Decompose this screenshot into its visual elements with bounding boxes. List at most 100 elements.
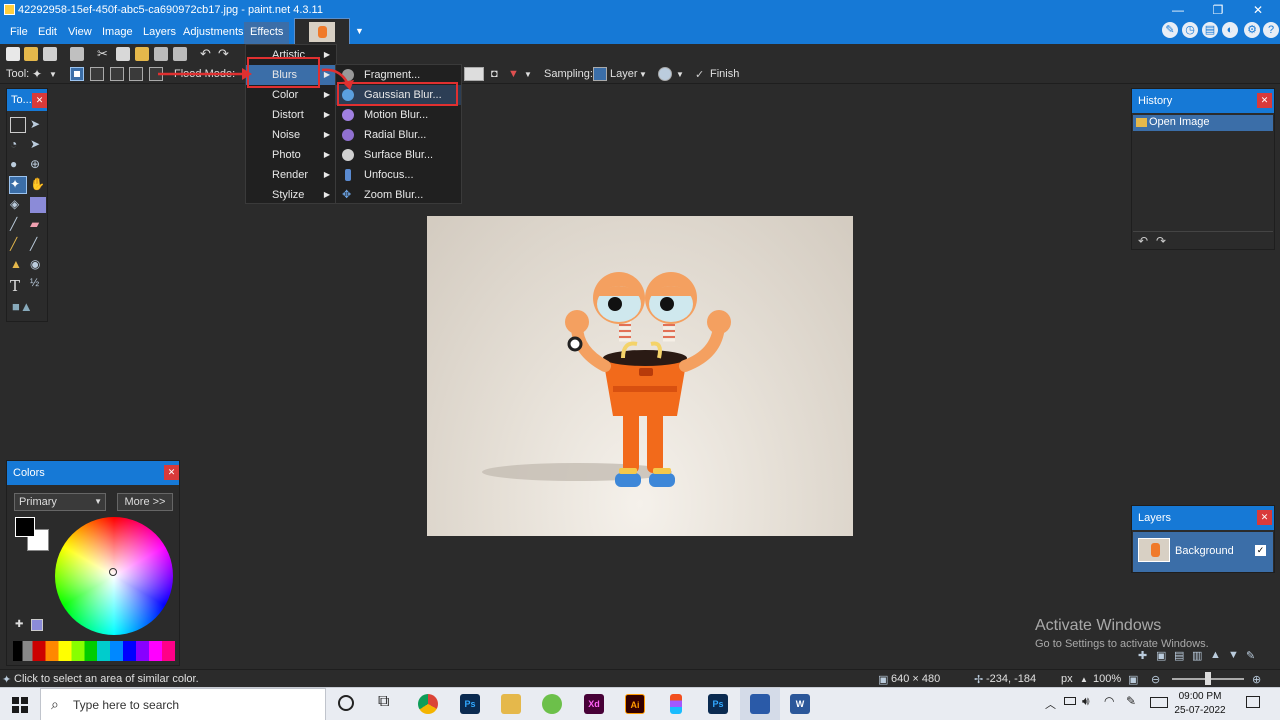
- history-item[interactable]: Open Image: [1133, 115, 1273, 131]
- tab-dropdown-icon[interactable]: ▼: [355, 26, 364, 36]
- move-layer-down-icon[interactable]: ▼: [1228, 649, 1239, 661]
- gradient-tool-icon[interactable]: [30, 197, 46, 213]
- zoom-tool-icon[interactable]: ⊕: [30, 157, 46, 173]
- magic-wand-tool-icon[interactable]: ✦: [9, 176, 27, 194]
- zoom-in-icon[interactable]: ⊕: [1252, 673, 1261, 686]
- pen-icon[interactable]: ✎: [1126, 694, 1136, 708]
- photoshop-icon[interactable]: Ps: [460, 694, 480, 714]
- sampling-dropdown-icon[interactable]: ▼: [639, 70, 647, 79]
- clone-stamp-tool-icon[interactable]: ▲: [10, 257, 26, 273]
- delete-layer-icon[interactable]: ▣: [1156, 649, 1166, 662]
- pan-tool-icon[interactable]: ✋: [30, 177, 46, 193]
- open-folder-icon[interactable]: [24, 47, 38, 61]
- effects-item-noise[interactable]: Noise ▶: [246, 125, 336, 145]
- zoom-level[interactable]: 100%: [1093, 673, 1121, 685]
- paintnet-taskbar-icon[interactable]: [750, 694, 770, 714]
- history-redo-icon[interactable]: ↷: [1156, 234, 1166, 248]
- tolerance-swatch[interactable]: [464, 67, 484, 81]
- battery-icon[interactable]: [1064, 697, 1076, 705]
- selection-mode-exclude[interactable]: [110, 67, 124, 81]
- move-selected-tool-icon[interactable]: ➤: [30, 117, 46, 133]
- color-wheel[interactable]: [55, 517, 173, 635]
- minimize-button[interactable]: —: [1164, 2, 1192, 18]
- palette-menu-icon[interactable]: [31, 619, 43, 631]
- effects-item-stylize[interactable]: Stylize ▶: [246, 185, 336, 205]
- units-dropdown-icon[interactable]: ▲: [1080, 675, 1088, 684]
- illustrator-icon[interactable]: Ai: [625, 694, 645, 714]
- layer-item[interactable]: Background ✓: [1133, 532, 1273, 572]
- new-file-icon[interactable]: [6, 47, 20, 61]
- color-palette[interactable]: [13, 641, 175, 661]
- zoom-fit-icon[interactable]: ▣: [1128, 673, 1138, 686]
- paint-bucket-tool-icon[interactable]: ◈: [10, 197, 26, 213]
- antialias-icon[interactable]: ◘: [491, 68, 498, 80]
- menu-image[interactable]: Image: [96, 22, 139, 44]
- color-wheel-cursor[interactable]: [109, 568, 117, 576]
- taskbar-clock[interactable]: 09:00 PM 25-07-2022: [1172, 690, 1228, 718]
- primary-color-swatch[interactable]: [15, 517, 35, 537]
- deselect-icon[interactable]: [173, 47, 187, 61]
- selection-mode-intersect[interactable]: [129, 67, 143, 81]
- notifications-icon[interactable]: [1246, 696, 1260, 708]
- ellipse-select-tool-icon[interactable]: ●: [10, 157, 26, 173]
- cortana-icon[interactable]: [338, 695, 354, 711]
- save-icon[interactable]: [43, 47, 57, 61]
- history-undo-icon[interactable]: ↶: [1138, 234, 1148, 248]
- image-canvas[interactable]: [427, 216, 853, 536]
- shapes-tool-icon[interactable]: ■▲: [12, 299, 40, 315]
- effects-item-distort[interactable]: Distort ▶: [246, 105, 336, 125]
- pencil-tool-icon[interactable]: ╱: [10, 237, 26, 253]
- color-picker-tool-icon[interactable]: ╱: [30, 237, 46, 253]
- primary-secondary-select[interactable]: Primary ▼: [14, 493, 106, 511]
- tray-chevron-icon[interactable]: ︿: [1045, 696, 1056, 712]
- lasso-tool-icon[interactable]: ◔: [10, 137, 26, 153]
- task-view-icon[interactable]: ⧉: [378, 693, 389, 711]
- menu-edit[interactable]: Edit: [32, 22, 63, 44]
- wifi-icon[interactable]: ◠: [1104, 694, 1114, 708]
- taskbar-search-box[interactable]: ⌕ Type here to search: [40, 688, 326, 720]
- adobe-xd-icon[interactable]: Xd: [584, 694, 604, 714]
- antialias-dropdown-icon[interactable]: ▼: [676, 70, 684, 79]
- layer-visibility-checkbox[interactable]: ✓: [1255, 545, 1266, 556]
- figma-icon[interactable]: [670, 694, 682, 714]
- layers-panel-close-icon[interactable]: ✕: [1257, 510, 1272, 525]
- file-explorer-icon[interactable]: [501, 694, 521, 714]
- rectangle-select-tool-icon[interactable]: [10, 117, 26, 133]
- blurs-item-unfocus[interactable]: Unfocus...: [336, 165, 461, 185]
- finish-button[interactable]: Finish: [710, 68, 739, 80]
- selection-mode-replace[interactable]: [70, 67, 84, 81]
- move-layer-up-icon[interactable]: ▲: [1210, 649, 1221, 661]
- help-icon[interactable]: ?: [1263, 22, 1279, 38]
- green-app-icon[interactable]: [542, 694, 562, 714]
- print-icon[interactable]: [70, 47, 84, 61]
- windows-start-icon[interactable]: [12, 697, 28, 713]
- settings-gear-icon[interactable]: ⚙: [1244, 22, 1260, 38]
- clock-icon[interactable]: ◷: [1182, 22, 1198, 38]
- effects-item-render[interactable]: Render ▶: [246, 165, 336, 185]
- photoshop-2-icon[interactable]: Ps: [708, 694, 728, 714]
- tools-icon[interactable]: ✎: [1162, 22, 1178, 38]
- more-button[interactable]: More >>: [117, 493, 173, 511]
- layers-icon[interactable]: ▤: [1202, 22, 1218, 38]
- blurs-item-radial[interactable]: Radial Blur...: [336, 125, 461, 145]
- antialias-toggle-icon[interactable]: [658, 67, 672, 81]
- blurs-item-surface[interactable]: Surface Blur...: [336, 145, 461, 165]
- recolor-tool-icon[interactable]: ◉: [30, 257, 46, 273]
- finish-checkmark-icon[interactable]: ✓: [695, 68, 704, 81]
- eraser-tool-icon[interactable]: ▰: [30, 217, 46, 233]
- add-to-palette-icon[interactable]: ✚: [15, 619, 27, 631]
- word-icon[interactable]: W: [790, 694, 810, 714]
- paintbrush-tool-icon[interactable]: ╱: [10, 217, 26, 233]
- sampling-value[interactable]: Layer: [610, 68, 638, 80]
- undo-icon[interactable]: ↶: [200, 47, 214, 61]
- text-tool-icon[interactable]: T: [10, 277, 26, 295]
- menu-file[interactable]: File: [4, 22, 34, 44]
- menu-view[interactable]: View: [62, 22, 98, 44]
- cut-icon[interactable]: ✂: [97, 47, 111, 61]
- tool-dropdown-icon[interactable]: ▼: [49, 70, 57, 79]
- image-tab-thumbnail[interactable]: [294, 18, 350, 44]
- paste-icon[interactable]: [135, 47, 149, 61]
- effects-item-photo[interactable]: Photo ▶: [246, 145, 336, 165]
- redo-icon[interactable]: ↷: [218, 47, 232, 61]
- palette-icon[interactable]: ◐: [1222, 22, 1238, 38]
